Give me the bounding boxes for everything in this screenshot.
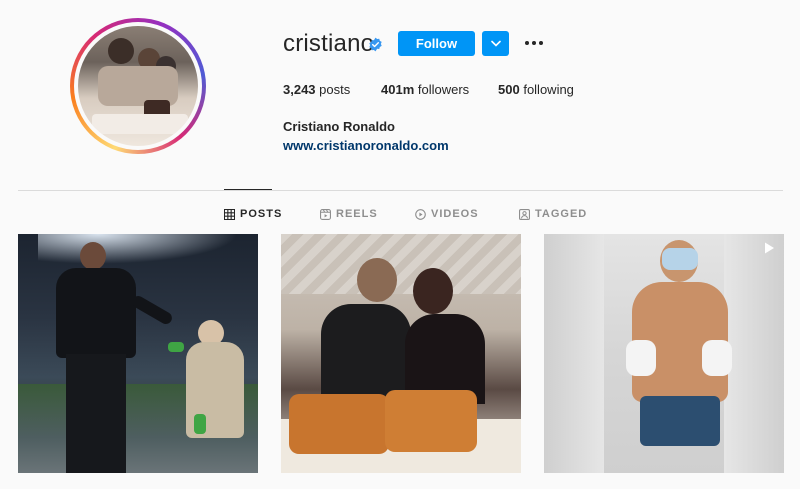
profile-avatar-ring[interactable] — [70, 18, 206, 154]
following-count: 500 — [498, 82, 520, 97]
player-trousers — [66, 354, 126, 473]
grid-icon — [224, 208, 235, 220]
tab-posts-label: POSTS — [240, 208, 283, 220]
cake-digit — [289, 394, 389, 454]
wall-panel — [544, 234, 604, 473]
post-thumbnail[interactable] — [281, 234, 521, 473]
profile-full-name: Cristiano Ronaldo — [283, 119, 395, 134]
man-head — [357, 258, 397, 302]
reels-icon — [320, 208, 331, 220]
posts-count: 3,243 — [283, 82, 316, 97]
suggested-accounts-dropdown-button[interactable] — [482, 31, 509, 56]
woman-hair — [413, 268, 453, 314]
post-thumbnail[interactable] — [18, 234, 258, 473]
more-options-button[interactable] — [522, 35, 546, 51]
glove-thumbs-up — [702, 340, 732, 376]
child-glove — [194, 414, 206, 434]
tab-videos[interactable]: VIDEOS — [415, 207, 479, 221]
following-label: following — [523, 82, 574, 97]
tab-reels[interactable]: REELS — [320, 207, 378, 221]
followers-label: followers — [417, 82, 470, 97]
avatar-border — [74, 22, 202, 150]
avatar-figure — [108, 38, 134, 64]
player-head — [80, 242, 106, 270]
wall-panel — [724, 234, 784, 473]
post-thumbnail[interactable] — [544, 234, 784, 473]
man-sweater — [321, 304, 411, 404]
tabs-divider — [18, 190, 783, 191]
glove-thumbs-up — [626, 340, 656, 376]
tab-tagged-label: TAGGED — [535, 208, 588, 220]
followers-count: 401m — [381, 82, 415, 97]
tab-reels-label: REELS — [336, 208, 378, 220]
chevron-down-icon — [490, 40, 501, 47]
player-jacket — [56, 268, 136, 358]
wall-pattern — [281, 234, 521, 294]
more-dot-icon — [532, 41, 536, 45]
more-dot-icon — [539, 41, 543, 45]
tagged-icon — [519, 208, 530, 220]
verified-badge-icon — [369, 37, 382, 52]
tab-tagged[interactable]: TAGGED — [519, 207, 587, 221]
video-play-icon — [765, 242, 774, 254]
tab-posts[interactable]: POSTS — [224, 207, 282, 221]
following-link[interactable]: 500 following — [498, 82, 574, 97]
profile-avatar[interactable] — [78, 26, 198, 146]
person-shorts — [640, 396, 720, 446]
cake-digit — [385, 390, 477, 452]
child-glove — [168, 342, 184, 352]
tab-videos-label: VIDEOS — [431, 208, 479, 220]
avatar-table — [92, 114, 188, 134]
followers-link[interactable]: 401m followers — [381, 82, 469, 97]
stadium-lights — [38, 234, 238, 264]
follow-button[interactable]: Follow — [398, 31, 475, 56]
video-icon — [415, 208, 426, 220]
profile-username: cristiano — [283, 30, 375, 57]
posts-label: posts — [319, 82, 351, 97]
active-tab-indicator — [224, 189, 272, 190]
player-arm — [129, 293, 175, 327]
posts-count-stat: 3,243 posts — [283, 82, 350, 97]
profile-website-link[interactable]: www.cristianoronaldo.com — [283, 138, 449, 153]
face-mask — [662, 248, 698, 270]
more-dot-icon — [525, 41, 529, 45]
